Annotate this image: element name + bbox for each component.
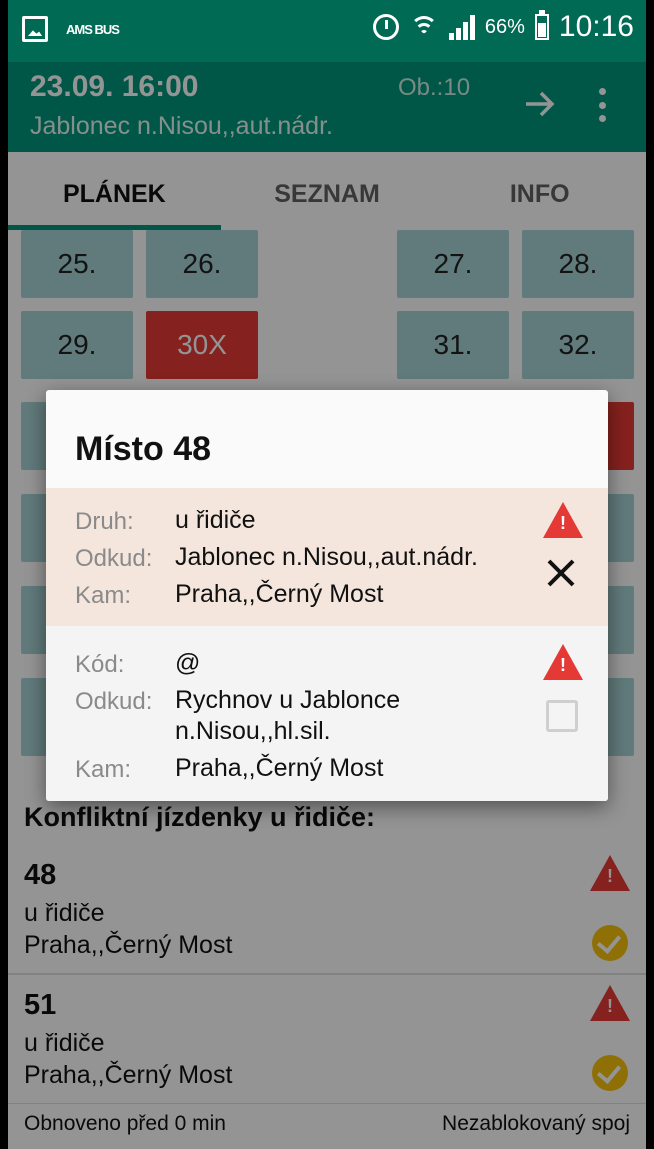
code-label: Kód:: [75, 651, 125, 678]
warning-icon: !: [543, 644, 583, 680]
close-icon[interactable]: [546, 558, 576, 588]
ticket-entry[interactable]: Kód: @ Odkud: Rychnov u Jablonce n.Nisou…: [46, 626, 608, 801]
type-value: u řidiče: [175, 506, 256, 534]
to-label: Kam:: [75, 756, 132, 783]
code-value: @: [175, 649, 201, 677]
battery-percent: 66%: [484, 15, 525, 38]
wifi-icon: [409, 14, 439, 40]
to-value: Praha,,Černý Most: [175, 580, 384, 608]
ticket-entry-highlighted[interactable]: Druh: u řidiče Odkud: Jablonec n.Nisou,,…: [46, 488, 608, 626]
from-label: Odkud:: [75, 545, 153, 572]
image-icon: [22, 16, 48, 42]
from-value: Jablonec n.Nisou,,aut.nádr.: [175, 543, 478, 571]
phone-screen: AMS BUS 66% 10:16 23.09. 16:00 Ob.:10 Ja…: [8, 0, 646, 1149]
amsbus-icon: AMS BUS: [66, 21, 120, 37]
seat-dialog: Místo 48 Druh: u řidiče Odkud: Jablonec …: [46, 390, 608, 801]
from-label: Odkud:: [75, 688, 153, 715]
from-value-line2: n.Nisou,,hl.sil.: [175, 717, 331, 745]
clock: 10:16: [558, 10, 634, 43]
to-value: Praha,,Černý Most: [175, 754, 384, 782]
warning-icon: !: [543, 502, 583, 538]
type-label: Druh:: [75, 508, 134, 535]
from-value-line1: Rychnov u Jablonce: [175, 686, 401, 714]
select-checkbox[interactable]: [546, 700, 578, 732]
status-bar: AMS BUS 66% 10:16: [8, 0, 646, 62]
dialog-title: Místo 48: [75, 430, 212, 468]
to-label: Kam:: [75, 582, 132, 609]
alarm-icon: [372, 14, 399, 40]
battery-icon: [534, 10, 549, 40]
signal-icon: [448, 14, 475, 40]
